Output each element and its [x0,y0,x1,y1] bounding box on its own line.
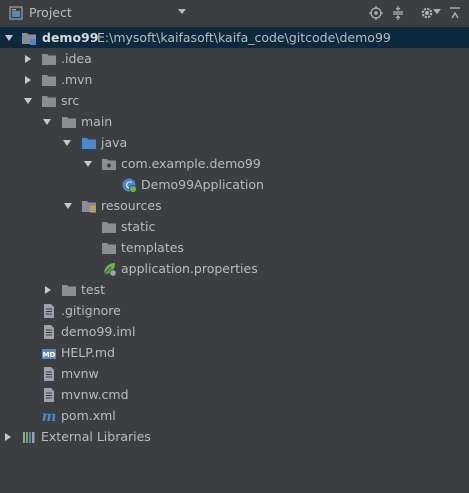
project-view-title[interactable]: Project [29,5,72,20]
tree-item-label: mvnw [61,366,99,381]
tree-item-label: templates [121,240,184,255]
spring-properties-icon [103,263,117,277]
collapse-arrow-icon[interactable] [3,432,13,442]
tree-item-label: com.example.demo99 [121,156,261,171]
tree-item-external-libraries[interactable]: External Libraries [0,426,469,447]
resources-folder-icon [82,201,96,213]
tree-item-label: .mvn [61,72,93,87]
expand-arrow-icon[interactable] [62,138,72,148]
tree-item-package[interactable]: com.example.demo99 [0,153,469,174]
project-tool-window-header: Project [0,0,469,26]
folder-icon [42,96,56,107]
markdown-file-icon: MD [42,349,56,359]
text-file-icon [44,367,54,381]
project-path: E:\mysoft\kaifasoft\kaifa_code\gitcode\d… [97,30,391,45]
collapse-arrow-icon[interactable] [23,54,33,64]
text-file-icon [44,304,54,318]
tree-item-src[interactable]: src [0,90,469,111]
tree-item-demo99-iml[interactable]: demo99.iml [0,321,469,342]
spring-class-icon: C [122,178,137,193]
tree-item-label: main [81,114,113,129]
locate-icon[interactable] [368,5,384,21]
tree-item-label: mvnw.cmd [61,387,129,402]
tree-item-static[interactable]: static [0,216,469,237]
tree-item-java[interactable]: java [0,132,469,153]
module-folder-icon [22,33,36,45]
svg-text:m: m [42,409,57,424]
tree-item-label: src [61,93,80,108]
folder-icon [62,117,76,128]
tree-item-mvnw[interactable]: mvnw [0,363,469,384]
tree-item-templates[interactable]: templates [0,237,469,258]
tree-item-gitignore[interactable]: .gitignore [0,300,469,321]
tree-item-application-properties[interactable]: application.properties [0,258,469,279]
expand-arrow-icon[interactable] [23,96,33,106]
tree-item-test[interactable]: test [0,279,469,300]
tree-item-label: Demo99Application [141,177,264,192]
tree-item-idea[interactable]: .idea [0,48,469,69]
tree-item-label: HELP.md [61,345,115,360]
folder-icon [42,75,56,86]
folder-icon [102,222,116,233]
project-view-icon[interactable] [8,5,24,21]
folder-icon [42,54,56,65]
dropdown-icon[interactable] [177,6,187,16]
expand-arrow-icon[interactable] [4,33,14,43]
tree-item-demo99[interactable]: demo99 E:\mysoft\kaifasoft\kaifa_code\gi… [0,27,469,48]
tree-item-label: resources [101,198,162,213]
folder-icon [102,243,116,254]
expand-arrow-icon[interactable] [83,159,93,169]
tree-item-mvn[interactable]: .mvn [0,69,469,90]
hide-icon[interactable] [447,5,463,21]
tree-item-label: application.properties [121,261,258,276]
tree-item-help-md[interactable]: MD HELP.md [0,342,469,363]
tree-item-main[interactable]: main [0,111,469,132]
folder-icon [62,285,76,296]
source-folder-icon [82,138,96,149]
tree-item-label: pom.xml [61,408,116,423]
collapse-arrow-icon[interactable] [43,285,53,295]
libraries-icon [23,432,35,443]
tree-item-label: demo99.iml [61,324,136,339]
tree-item-label: test [81,282,106,297]
tree-item-label: static [121,219,156,234]
tree-item-label: .idea [61,51,92,66]
maven-file-icon: m [42,409,57,424]
tree-item-label: demo99 [42,30,99,45]
collapse-all-icon[interactable] [390,5,406,21]
package-icon [102,159,116,170]
expand-arrow-icon[interactable] [42,117,52,127]
tree-item-resources[interactable]: resources [0,195,469,216]
expand-arrow-icon[interactable] [63,201,73,211]
tree-item-mvnw-cmd[interactable]: mvnw.cmd [0,384,469,405]
text-file-icon [44,388,54,402]
text-file-icon [44,325,54,339]
tree-item-label: .gitignore [61,303,121,318]
svg-text:MD: MD [43,351,56,359]
tree-item-label: java [101,135,128,150]
collapse-arrow-icon[interactable] [23,75,33,85]
tree-item-pom-xml[interactable]: m pom.xml [0,405,469,426]
tree-item-label: External Libraries [41,429,151,444]
settings-dropdown-icon[interactable] [433,9,441,15]
tree-item-demo99application[interactable]: C Demo99Application [0,174,469,195]
